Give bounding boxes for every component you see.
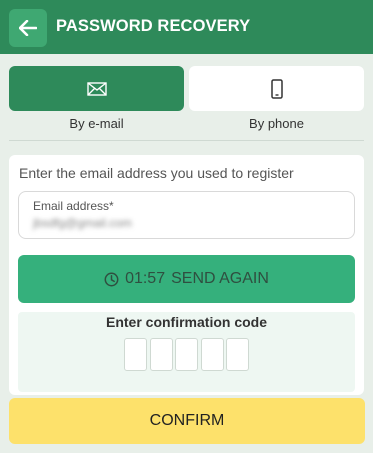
phone-icon [270,78,283,99]
code-digit-input[interactable] [201,338,224,371]
email-instruction: Enter the email address you used to regi… [19,165,294,181]
header-bar: PASSWORD RECOVERY [0,0,373,54]
send-again-button[interactable]: 01:57 SEND AGAIN [18,255,355,303]
code-digit-input[interactable] [150,338,173,371]
code-digit-input[interactable] [226,338,249,371]
tab-label-phone[interactable]: By phone [189,116,364,131]
tab-by-phone[interactable] [189,66,364,111]
email-field-value[interactable]: jbsdfg@gmail.com [33,216,132,230]
email-field-label: Email address* [33,199,114,213]
envelope-icon [86,81,107,96]
code-digit-input[interactable] [175,338,198,371]
confirm-button[interactable]: CONFIRM [9,398,365,444]
email-field[interactable]: Email address* jbsdfg@gmail.com [18,191,355,239]
clock-icon [104,272,119,286]
tab-label-email[interactable]: By e-mail [9,116,184,131]
divider [9,140,364,141]
send-again-label: SEND AGAIN [171,270,269,287]
arrow-left-icon [19,20,37,36]
code-digit-input[interactable] [124,338,147,371]
confirmation-code-title: Enter confirmation code [105,314,268,330]
confirmation-code-panel: Enter confirmation code [18,312,355,392]
back-button[interactable] [9,9,47,47]
tab-by-email[interactable] [9,66,184,111]
send-again-timer: 01:57 [125,270,166,287]
page-title: PASSWORD RECOVERY [56,17,251,35]
